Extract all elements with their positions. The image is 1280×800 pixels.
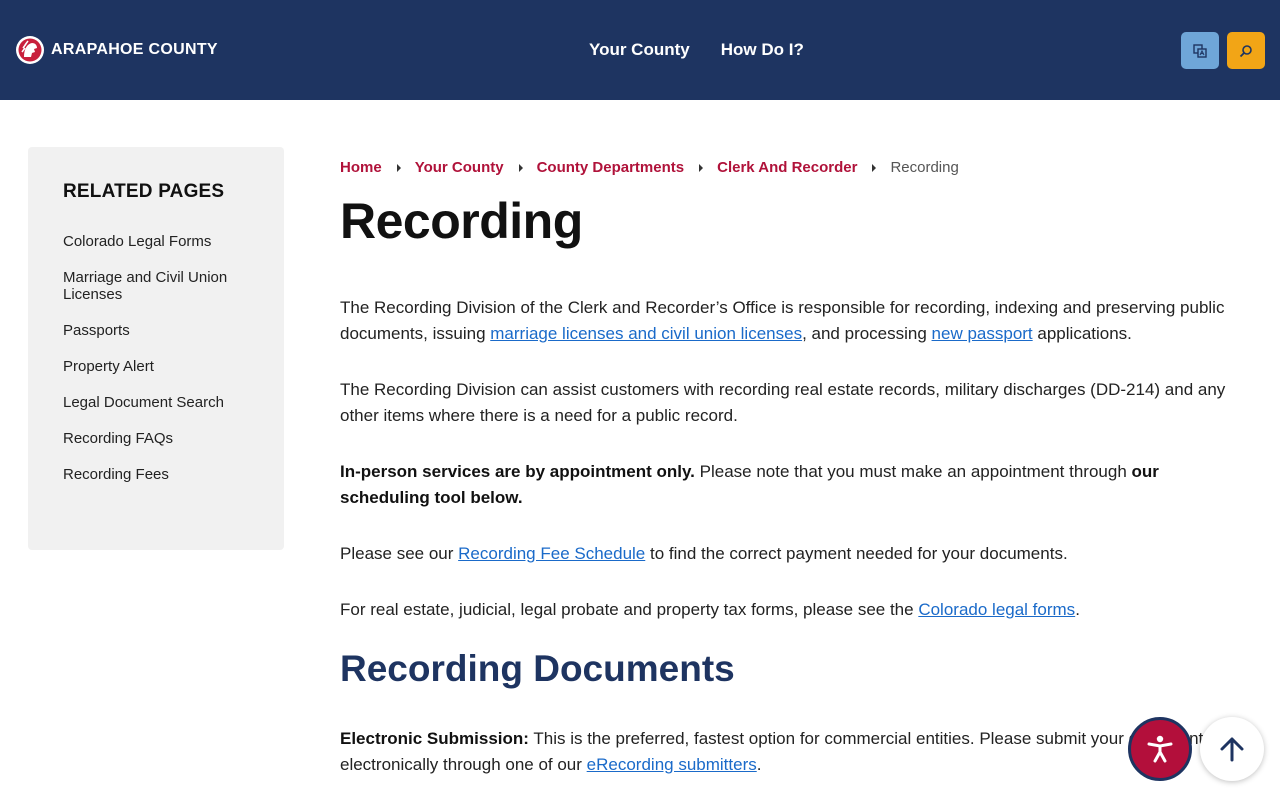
fee-paragraph: Please see our Recording Fee Schedule to… bbox=[340, 541, 1250, 567]
sidebar-item-property-alert[interactable]: Property Alert bbox=[63, 358, 253, 375]
breadcrumb-clerk-and-recorder[interactable]: Clerk And Recorder bbox=[717, 159, 857, 176]
forms-paragraph: For real estate, judicial, legal probate… bbox=[340, 597, 1250, 623]
nav-how-do-i[interactable]: How Do I? bbox=[721, 40, 804, 60]
appointment-notice: In-person services are by appointment on… bbox=[340, 462, 695, 481]
county-seal-icon bbox=[16, 36, 44, 64]
page-title: Recording bbox=[340, 193, 583, 249]
appointment-text: Please note that you must make an appoin… bbox=[694, 462, 1132, 481]
forms-text-end: . bbox=[1075, 600, 1080, 619]
translate-button[interactable] bbox=[1181, 32, 1219, 69]
breadcrumb-county-departments[interactable]: County Departments bbox=[537, 159, 685, 176]
new-passport-link[interactable]: new passport bbox=[932, 324, 1033, 343]
search-icon bbox=[1239, 44, 1252, 57]
sidebar-item-marriage-civil-union[interactable]: Marriage and Civil Union Licenses bbox=[63, 269, 253, 303]
erecording-submitters-link[interactable]: eRecording submitters bbox=[587, 755, 757, 774]
accessibility-icon bbox=[1147, 735, 1173, 763]
colorado-legal-forms-link[interactable]: Colorado legal forms bbox=[918, 600, 1075, 619]
breadcrumb-separator-icon bbox=[518, 163, 523, 172]
search-button[interactable] bbox=[1227, 32, 1265, 69]
logo-text: ARAPAHOE COUNTY bbox=[51, 41, 218, 58]
breadcrumb-your-county[interactable]: Your County bbox=[415, 159, 504, 176]
related-pages-sidebar: RELATED PAGES Colorado Legal Forms Marri… bbox=[28, 147, 284, 550]
main-nav: Your County How Do I? bbox=[589, 40, 804, 60]
electronic-submission-paragraph: Electronic Submission: This is the prefe… bbox=[340, 726, 1250, 778]
fee-text-end: to find the correct payment needed for y… bbox=[645, 544, 1068, 563]
marriage-licenses-link[interactable]: marriage licenses and civil union licens… bbox=[490, 324, 802, 343]
sidebar-item-recording-faqs[interactable]: Recording FAQs bbox=[63, 430, 253, 447]
sidebar-item-colorado-legal-forms[interactable]: Colorado Legal Forms bbox=[63, 233, 253, 250]
accessibility-button[interactable] bbox=[1128, 717, 1192, 781]
section-title: Recording Documents bbox=[340, 648, 735, 689]
electronic-submission-end: . bbox=[756, 755, 762, 774]
intro-text-mid: , and processing bbox=[802, 324, 932, 343]
intro-paragraph: The Recording Division of the Clerk and … bbox=[340, 295, 1250, 347]
services-paragraph: The Recording Division can assist custom… bbox=[340, 380, 1226, 425]
nav-your-county[interactable]: Your County bbox=[589, 40, 690, 60]
intro-text-end: applications. bbox=[1032, 324, 1132, 343]
breadcrumb-separator-icon bbox=[396, 163, 401, 172]
fee-text: Please see our bbox=[340, 544, 459, 563]
sidebar-item-passports[interactable]: Passports bbox=[63, 322, 253, 339]
forms-text: For real estate, judicial, legal probate… bbox=[340, 600, 919, 619]
site-header: ARAPAHOE COUNTY Your County How Do I? bbox=[0, 0, 1280, 100]
arrow-up-icon bbox=[1220, 737, 1244, 762]
related-pages-heading: RELATED PAGES bbox=[63, 181, 225, 202]
recording-fee-schedule-link[interactable]: Recording Fee Schedule bbox=[458, 544, 645, 563]
sidebar-item-recording-fees[interactable]: Recording Fees bbox=[63, 466, 253, 483]
breadcrumb-separator-icon bbox=[699, 163, 704, 172]
translate-icon bbox=[1193, 43, 1207, 58]
sidebar-item-legal-document-search[interactable]: Legal Document Search bbox=[63, 394, 253, 411]
back-to-top-button[interactable] bbox=[1200, 717, 1264, 781]
breadcrumb-current: Recording bbox=[890, 159, 959, 176]
appointment-paragraph: In-person services are by appointment on… bbox=[340, 459, 1250, 511]
site-logo[interactable]: ARAPAHOE COUNTY bbox=[15, 35, 218, 65]
electronic-submission-label: Electronic Submission: bbox=[340, 729, 529, 748]
breadcrumb-home[interactable]: Home bbox=[340, 159, 382, 176]
breadcrumb-separator-icon bbox=[872, 163, 877, 172]
breadcrumb: Home Your County County Departments Cler… bbox=[340, 159, 959, 176]
